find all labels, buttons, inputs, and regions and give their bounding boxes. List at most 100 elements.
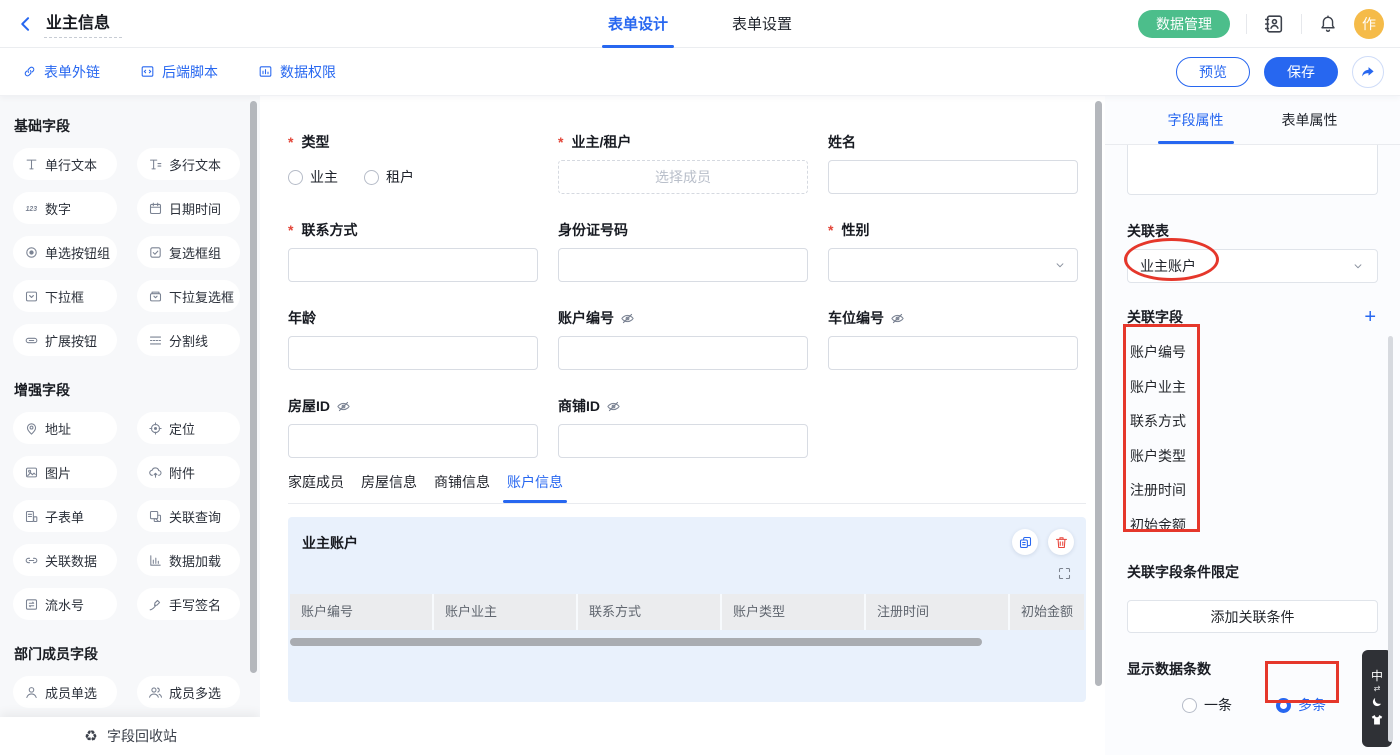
tab-form-settings[interactable]: 表单设置	[732, 0, 792, 48]
preview-button[interactable]: 预览	[1176, 57, 1250, 87]
field-label: 性别	[828, 220, 1078, 240]
panel-scrollbar[interactable]	[1388, 336, 1393, 742]
copy-button[interactable]	[1012, 529, 1038, 555]
field-type-datetime[interactable]: 日期时间	[137, 192, 240, 224]
field-house-id[interactable]: 房屋ID	[288, 396, 538, 458]
field-contact[interactable]: 联系方式	[288, 220, 538, 282]
field-type-multi-line-text[interactable]: 多行文本	[137, 148, 240, 180]
radio-circle[interactable]	[1182, 698, 1197, 713]
field-label: 车位编号	[828, 308, 884, 328]
field-type-subform[interactable]: 子表单	[13, 500, 117, 532]
field-type-attachment[interactable]: 附件	[137, 456, 240, 488]
cropped-input[interactable]	[1127, 145, 1378, 195]
field-type-label: 手写签名	[169, 595, 221, 614]
related-field-item[interactable]: 注册时间	[1105, 473, 1400, 508]
form-external-link[interactable]: 表单外链	[22, 62, 100, 82]
related-field-item[interactable]: 联系方式	[1105, 404, 1400, 439]
select-input[interactable]	[828, 248, 1078, 282]
related-field-item[interactable]: 初始金额	[1105, 508, 1400, 543]
data-manage-button[interactable]: 数据管理	[1138, 10, 1230, 38]
tab-field-properties[interactable]: 字段属性	[1168, 96, 1224, 144]
text-input[interactable]	[558, 248, 808, 282]
related-field-item[interactable]: 账户类型	[1105, 439, 1400, 474]
expand-icon[interactable]	[1057, 566, 1072, 581]
field-type-data-load[interactable]: 数据加载	[137, 544, 240, 576]
field-type-extend-button[interactable]: 扩展按钮	[13, 324, 117, 356]
text-input[interactable]	[558, 424, 808, 458]
field-type-dropdown[interactable]: 下拉框	[13, 280, 117, 312]
add-condition-button[interactable]: 添加关联条件	[1127, 600, 1378, 633]
share-button[interactable]	[1352, 56, 1384, 88]
owner-account-subform[interactable]: 业主账户 账户编号账户业主联系方式账户类型注册时间初始金额	[288, 517, 1086, 702]
radio-group-icon	[24, 245, 39, 260]
related-field-item[interactable]: 账户业主	[1105, 370, 1400, 405]
field-type-single-line-text[interactable]: 单行文本	[13, 148, 117, 180]
field-shop-id[interactable]: 商铺ID	[558, 396, 808, 458]
radio-owner[interactable]: 业主	[288, 167, 338, 187]
field-type-radio-group[interactable]: 单选按钮组	[13, 236, 117, 268]
tab-form-properties[interactable]: 表单属性	[1282, 96, 1338, 144]
tab-family-members[interactable]: 家庭成员	[288, 472, 344, 492]
field-account-no[interactable]: 账户编号	[558, 308, 808, 370]
tab-shop-info[interactable]: 商铺信息	[434, 472, 490, 492]
field-type-signature[interactable]: 手写签名	[137, 588, 240, 620]
field-type-serial-number[interactable]: 流水号	[13, 588, 117, 620]
field-type-image[interactable]: 图片	[13, 456, 117, 488]
field-type-related-query[interactable]: 关联查询	[137, 500, 240, 532]
horizontal-scrollbar[interactable]	[290, 638, 982, 646]
field-label: 商铺ID	[558, 396, 600, 416]
sidebar-scrollbar[interactable]	[250, 101, 257, 673]
contact-book-icon[interactable]	[1263, 13, 1285, 35]
dark-mode-moon-icon[interactable]	[1370, 696, 1384, 710]
save-button[interactable]: 保存	[1264, 57, 1338, 87]
field-recycle-bin[interactable]: ♻ 字段回收站	[0, 717, 260, 755]
radio-circle[interactable]	[364, 170, 379, 185]
member-picker[interactable]: 选择成员	[558, 160, 808, 194]
field-type-related-data[interactable]: 关联数据	[13, 544, 117, 576]
data-permission-link[interactable]: 数据权限	[258, 62, 336, 82]
field-name[interactable]: 姓名	[828, 132, 1078, 194]
radio-circle[interactable]	[288, 170, 303, 185]
text-input[interactable]	[828, 336, 1078, 370]
back-icon[interactable]	[16, 14, 36, 34]
notification-bell-icon[interactable]	[1318, 14, 1338, 34]
field-type-label: 单选按钮组	[45, 243, 110, 262]
backend-script-link[interactable]: 后端脚本	[140, 62, 218, 82]
delete-button[interactable]	[1048, 529, 1074, 555]
field-type-checkbox-group[interactable]: 复选框组	[137, 236, 240, 268]
radio-tenant[interactable]: 租户	[364, 167, 414, 187]
language-toggle-icon[interactable]: 中	[1371, 670, 1383, 682]
radio-multiple-records[interactable]: 多条	[1276, 695, 1326, 715]
canvas-scrollbar[interactable]	[1095, 101, 1102, 686]
field-type-label: 成员单选	[45, 683, 97, 702]
field-parking-no[interactable]: 车位编号	[828, 308, 1078, 370]
text-input[interactable]	[288, 248, 538, 282]
field-age[interactable]: 年龄	[288, 308, 538, 370]
field-type-number[interactable]: 123数字	[13, 192, 117, 224]
tab-house-info[interactable]: 房屋信息	[361, 472, 417, 492]
tab-form-design[interactable]: 表单设计	[608, 0, 668, 48]
field-type-address[interactable]: 地址	[13, 412, 117, 444]
field-type-dropdown-multi[interactable]: 下拉复选框	[137, 280, 240, 312]
avatar[interactable]: 作	[1354, 9, 1384, 39]
field-type-label: 数字	[45, 199, 71, 218]
field-type-member-multi[interactable]: 成员多选	[137, 676, 240, 708]
text-input[interactable]	[828, 160, 1078, 194]
field-type[interactable]: 类型 业主 租户	[288, 132, 538, 194]
text-input[interactable]	[288, 336, 538, 370]
text-input[interactable]	[558, 336, 808, 370]
related-field-item[interactable]: 账户编号	[1105, 335, 1400, 370]
radio-one-record[interactable]: 一条	[1182, 695, 1232, 715]
add-field-plus-icon[interactable]: +	[1364, 307, 1376, 327]
field-type-member-single[interactable]: 成员单选	[13, 676, 117, 708]
field-id-number[interactable]: 身份证号码	[558, 220, 808, 282]
radio-circle-checked[interactable]	[1276, 698, 1291, 713]
field-gender[interactable]: 性别	[828, 220, 1078, 282]
text-input[interactable]	[288, 424, 538, 458]
field-type-locate[interactable]: 定位	[137, 412, 240, 444]
theme-shirt-icon[interactable]	[1370, 713, 1384, 727]
field-type-divider-line[interactable]: 分割线	[137, 324, 240, 356]
tab-account-info[interactable]: 账户信息	[507, 472, 563, 492]
field-owner-tenant[interactable]: 业主/租户 选择成员	[558, 132, 808, 194]
related-table-select[interactable]: 业主账户	[1127, 249, 1378, 283]
